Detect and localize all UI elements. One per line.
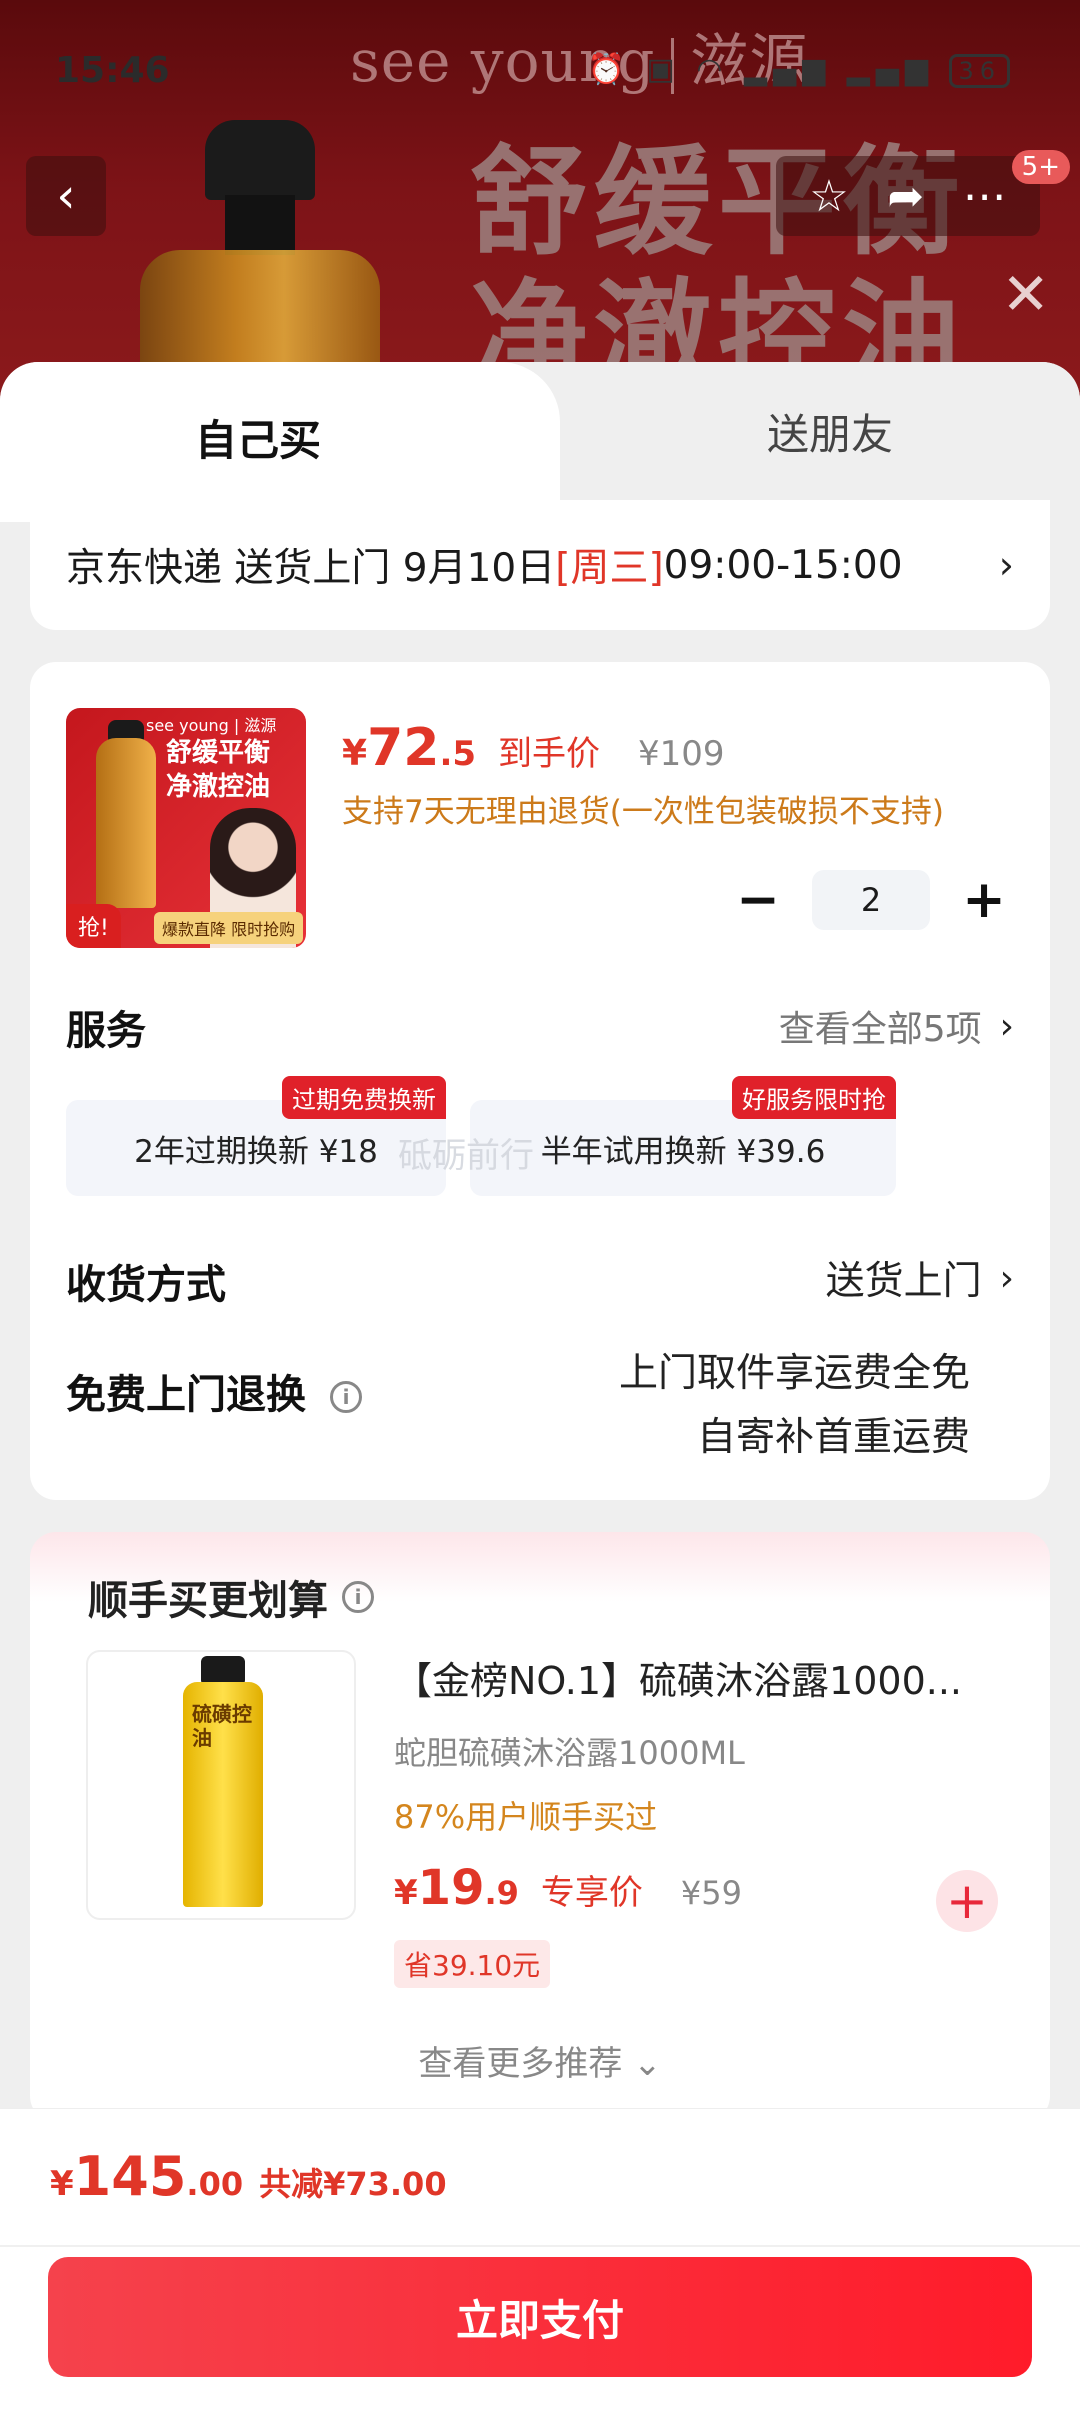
close-icon: ✕ <box>1001 260 1050 328</box>
total-discount: 共减¥73.00 <box>259 2165 447 2203</box>
service-flag: 过期免费换新 <box>282 1076 446 1119</box>
chevron-right-icon: › <box>999 1005 1014 1047</box>
message-badge: 5+ <box>1011 150 1070 184</box>
delivery-day: [周三] <box>555 546 664 591</box>
free-return-title: 免费上门退换 i <box>66 1362 362 1420</box>
quantity-stepper: − 2 + <box>728 870 1014 930</box>
view-more-recommendations[interactable]: 查看更多推荐 ⌄ <box>30 2036 1050 2085</box>
minus-button[interactable]: − <box>728 870 788 930</box>
receive-method-title: 收货方式 <box>66 1262 226 1308</box>
status-icons: ⏰ ▣ ◠ ▂▄▆ ▂▄▆ 36 <box>587 52 1010 88</box>
reco-product-thumbnail[interactable]: 硫磺控油 <box>86 1650 356 1920</box>
reco-price: ¥ 19 .9 专享价 ¥59 <box>394 1860 742 1916</box>
share-icon[interactable]: ➦ <box>887 171 924 222</box>
checkout-sheet: 送朋友 自己买 京东快递 送货上门 9月10日 [周三] 09:00-15:00… <box>0 362 1080 2412</box>
chevron-right-icon: › <box>999 1257 1014 1299</box>
service-flag: 好服务限时抢 <box>732 1076 896 1119</box>
savings-badge: 省39.10元 <box>394 1940 551 1988</box>
service-option-expiry[interactable]: 2年过期换新 ¥18 过期免费换新 <box>66 1076 446 1196</box>
reco-product-name[interactable]: 【金榜NO.1】硫磺沐浴露1000... <box>394 1650 1014 1705</box>
reco-product-spec: 蛇胆硫磺沐浴露1000ML <box>394 1734 745 1772</box>
total-price: ¥ 145 .00 共减¥73.00 <box>50 2145 447 2208</box>
info-icon[interactable]: i <box>330 1381 362 1413</box>
tab-bar: 送朋友 自己买 <box>0 362 1080 522</box>
battery-icon: 36 <box>949 54 1010 88</box>
info-icon[interactable]: i <box>342 1581 374 1613</box>
return-policy-note: 支持7天无理由退货(一次性包装破损不支持) <box>342 794 944 830</box>
recommendation-card: 顺手买更划算 i 硫磺控油 【金榜NO.1】硫磺沐浴露1000... 蛇胆硫磺沐浴… <box>30 1532 1050 2122</box>
original-price: ¥109 <box>638 734 725 774</box>
divider <box>0 2245 1080 2247</box>
receive-method-value[interactable]: 送货上门 › <box>826 1250 1014 1306</box>
plus-button[interactable]: + <box>954 870 1014 930</box>
recommendation-title: 顺手买更划算 i <box>88 1568 374 1626</box>
product-card: see young | 滋源 舒缓平衡 净澈控油 抢! 爆款直降 限时抢购 ¥ … <box>30 662 1050 1500</box>
product-price: ¥ 72 .5 到手价 ¥109 <box>342 718 725 778</box>
tab-gift-friend[interactable]: 送朋友 <box>520 362 1080 500</box>
back-button[interactable]: ‹ <box>26 156 106 236</box>
tab-buy-self[interactable]: 自己买 <box>0 362 560 522</box>
free-return-detail: 上门取件享运费全免 自寄补首重运费 <box>618 1351 970 1460</box>
add-to-order-button[interactable]: + <box>936 1870 998 1932</box>
service-title: 服务 <box>66 1008 146 1054</box>
pay-now-button[interactable]: 立即支付 <box>48 2257 1032 2377</box>
delivery-row[interactable]: 京东快递 送货上门 9月10日 [周三] 09:00-15:00 › <box>30 500 1050 630</box>
status-bar: 15:46 ⏰ ▣ ◠ ▂▄▆ ▂▄▆ 36 <box>0 0 1080 140</box>
chevron-right-icon: › <box>998 543 1014 587</box>
checkout-bar: ¥ 145 .00 共减¥73.00 立即支付 <box>0 2108 1080 2412</box>
chevron-left-icon: ‹ <box>56 168 76 224</box>
watermark: 砥砺前行 <box>398 1136 534 1176</box>
more-icon[interactable]: ⋯ <box>963 171 1007 222</box>
quantity-value[interactable]: 2 <box>812 870 930 930</box>
status-time: 15:46 <box>55 50 170 91</box>
view-all-services[interactable]: 查看全部5项 › <box>779 1000 1014 1052</box>
top-actions: ☆ ➦ ⋯ <box>776 156 1040 236</box>
original-price: ¥59 <box>680 1874 742 1912</box>
star-icon[interactable]: ☆ <box>809 171 848 222</box>
product-thumbnail[interactable]: see young | 滋源 舒缓平衡 净澈控油 抢! 爆款直降 限时抢购 <box>66 708 306 948</box>
close-button[interactable]: ✕ <box>1001 265 1050 323</box>
plus-icon: + <box>946 1872 988 1930</box>
reco-buy-rate: 87%用户顺手买过 <box>394 1798 658 1836</box>
